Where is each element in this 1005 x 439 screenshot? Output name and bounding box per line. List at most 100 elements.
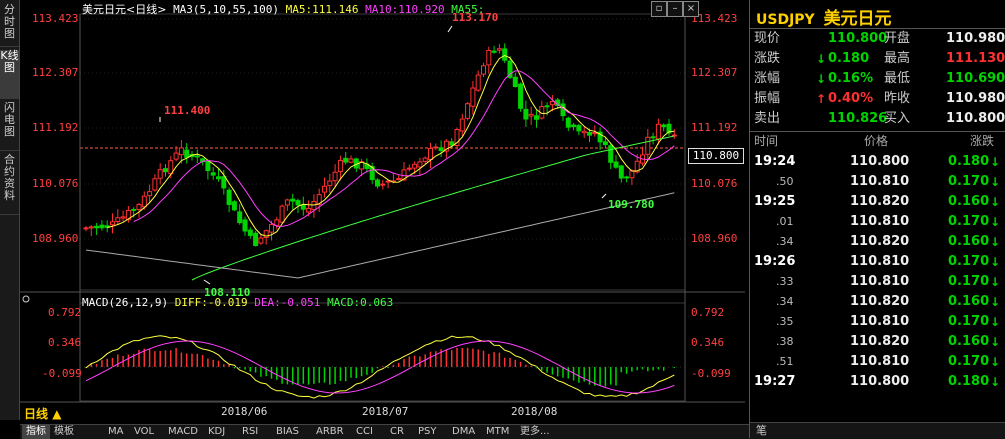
tick-price: 110.800 xyxy=(850,154,910,169)
tab-cr[interactable]: CR xyxy=(390,425,404,439)
tab-cci[interactable]: CCI xyxy=(356,425,373,439)
kline-chart[interactable]: 美元日元<日线> MA3(5,10,55,100) MA5:111.146 MA… xyxy=(20,0,745,422)
close-icon[interactable]: × xyxy=(683,1,699,17)
tick-change: 0.180 xyxy=(948,154,990,169)
tab-contract-info[interactable]: 合约资料 xyxy=(0,154,19,215)
left-tab-bar: 分时图 K线图 闪电图 合约资料 xyxy=(0,0,20,420)
tab-macd[interactable]: MACD xyxy=(168,425,198,439)
tab-more[interactable]: 更多... xyxy=(520,425,550,439)
tab-bias[interactable]: BIAS xyxy=(276,425,299,439)
tab-mtm[interactable]: MTM xyxy=(486,425,509,439)
current-price-tag: 110.800 xyxy=(688,148,744,164)
tick-time: .50 xyxy=(776,175,794,188)
quote-label: 昨收 xyxy=(884,91,911,106)
y-label: 112.307 xyxy=(32,66,79,79)
tick-price: 110.820 xyxy=(850,234,910,249)
macd-y-label-right: -0.099 xyxy=(691,367,731,380)
quote-label: 卖出 xyxy=(754,111,781,126)
quote-panel: USDJPY 美元日元 现价 110.800 开盘 110.980 涨跌 ↓ 0.180 最高… xyxy=(749,0,1005,439)
left-high-annotation: 111.400 xyxy=(164,104,211,117)
arrow-down-icon: ↓ xyxy=(990,355,1001,369)
tab-arbr[interactable]: ARBR xyxy=(316,425,344,439)
tick-row: .34 110.820 0.160 ↓ xyxy=(750,232,1005,252)
minimize-icon[interactable]: – xyxy=(667,1,683,17)
tick-time: 19:25 xyxy=(754,194,796,209)
quote-header: USDJPY 美元日元 xyxy=(756,4,892,29)
tick-row: .35 110.810 0.170 ↓ xyxy=(750,312,1005,332)
tick-change: 0.160 xyxy=(948,334,990,349)
y-label-right: 112.307 xyxy=(691,66,738,79)
tick-change: 0.160 xyxy=(948,194,990,209)
quote-value: 110.690 xyxy=(946,71,1005,86)
quote-value: 0.40% xyxy=(828,91,874,106)
tick-header-change: 涨跌 xyxy=(970,134,995,148)
recent-low-annotation: 109.780 xyxy=(608,198,655,211)
arrow-down-icon: ↓ xyxy=(990,295,1001,309)
macd-y-label: 0.792 xyxy=(48,306,82,319)
quote-label: 买入 xyxy=(884,111,911,126)
macd-name: MACD(26,12,9) xyxy=(82,296,169,309)
macd-legend: MACD(26,12,9) DIFF:-0.019 DEA:-0.051 MAC… xyxy=(82,296,393,309)
tab-dma[interactable]: DMA xyxy=(452,425,475,439)
tab-indicator[interactable]: 指标 xyxy=(22,425,50,439)
tab-template[interactable]: 模板 xyxy=(54,425,74,439)
arrow-down-icon: ↓ xyxy=(990,275,1001,289)
arrow-down-icon: ↓ xyxy=(990,255,1001,269)
arrow-down-icon: ↓ xyxy=(990,215,1001,229)
tick-change: 0.170 xyxy=(948,174,990,189)
tick-row: .01 110.810 0.170 ↓ xyxy=(750,212,1005,232)
tab-psy[interactable]: PSY xyxy=(418,425,437,439)
tick-header-price: 价格 xyxy=(864,134,889,148)
quote-value: 111.130 xyxy=(946,51,1005,66)
y-label: 108.960 xyxy=(32,232,79,245)
y-label-right: 111.192 xyxy=(691,121,738,134)
tab-rsi[interactable]: RSI xyxy=(242,425,258,439)
tick-time: 19:27 xyxy=(754,374,796,389)
tick-row: 19:25 110.820 0.160 ↓ xyxy=(750,192,1005,212)
date-label: 2018/08 xyxy=(511,405,558,418)
tick-row: .33 110.810 0.170 ↓ xyxy=(750,272,1005,292)
tick-change: 0.170 xyxy=(948,254,990,269)
footer-tab-bi[interactable]: 笔 xyxy=(756,423,767,439)
arrow-down-icon: ↓ xyxy=(990,195,1001,209)
tab-kdj[interactable]: KDJ xyxy=(208,425,225,439)
tab-flash[interactable]: 闪电图 xyxy=(0,102,19,151)
arrow-down-icon: ↓ xyxy=(990,235,1001,249)
y-label: 113.423 xyxy=(32,12,79,25)
tick-time: .35 xyxy=(776,315,794,328)
tab-vol[interactable]: VOL xyxy=(134,425,154,439)
macd-y-label: -0.099 xyxy=(42,367,82,380)
ma5-value: MA5:111.146 xyxy=(285,3,359,16)
restore-icon[interactable]: ▫ xyxy=(651,1,667,17)
symbol-name: 美元日元 xyxy=(823,9,892,29)
period-label: 日线 xyxy=(24,407,49,421)
period-selector[interactable]: 日线 ▲ xyxy=(24,405,61,422)
tab-timeshare[interactable]: 分时图 xyxy=(0,4,19,47)
macd-y-label-right: 0.346 xyxy=(691,336,725,349)
tick-change: 0.180 xyxy=(948,374,990,389)
tick-price: 110.820 xyxy=(850,334,910,349)
ma-legend: 美元日元<日线> MA3(5,10,55,100) MA5:111.146 MA… xyxy=(82,1,484,17)
quote-value: 110.980 xyxy=(946,31,1005,46)
arrow-up-icon: ↑ xyxy=(816,92,827,106)
macd-diff: DIFF:-0.019 xyxy=(174,296,248,309)
arrow-down-icon: ↓ xyxy=(990,315,1001,329)
tick-price: 110.810 xyxy=(850,214,910,229)
tab-ma[interactable]: MA xyxy=(108,425,123,439)
tick-change: 0.160 xyxy=(948,234,990,249)
quote-label: 现价 xyxy=(754,31,781,46)
quote-label: 涨幅 xyxy=(754,71,781,86)
quote-label: 最低 xyxy=(884,71,911,86)
tab-kline[interactable]: K线图 xyxy=(0,50,19,99)
macd-y-label: 0.346 xyxy=(48,336,82,349)
tick-change: 0.170 xyxy=(948,314,990,329)
tick-header-time: 时间 xyxy=(754,134,779,148)
arrow-down-icon: ↓ xyxy=(990,155,1001,169)
tick-price: 110.810 xyxy=(850,354,910,369)
symbol-code: USDJPY xyxy=(756,12,815,28)
tick-price: 110.800 xyxy=(850,374,910,389)
indicator-tab-bar: 指标 模板 MA VOL MACD KDJ RSI BIAS ARBR CCI … xyxy=(20,424,750,439)
tick-row: .38 110.820 0.160 ↓ xyxy=(750,332,1005,352)
tick-time: .34 xyxy=(776,235,794,248)
chart-title: 美元日元<日线> xyxy=(82,3,167,16)
